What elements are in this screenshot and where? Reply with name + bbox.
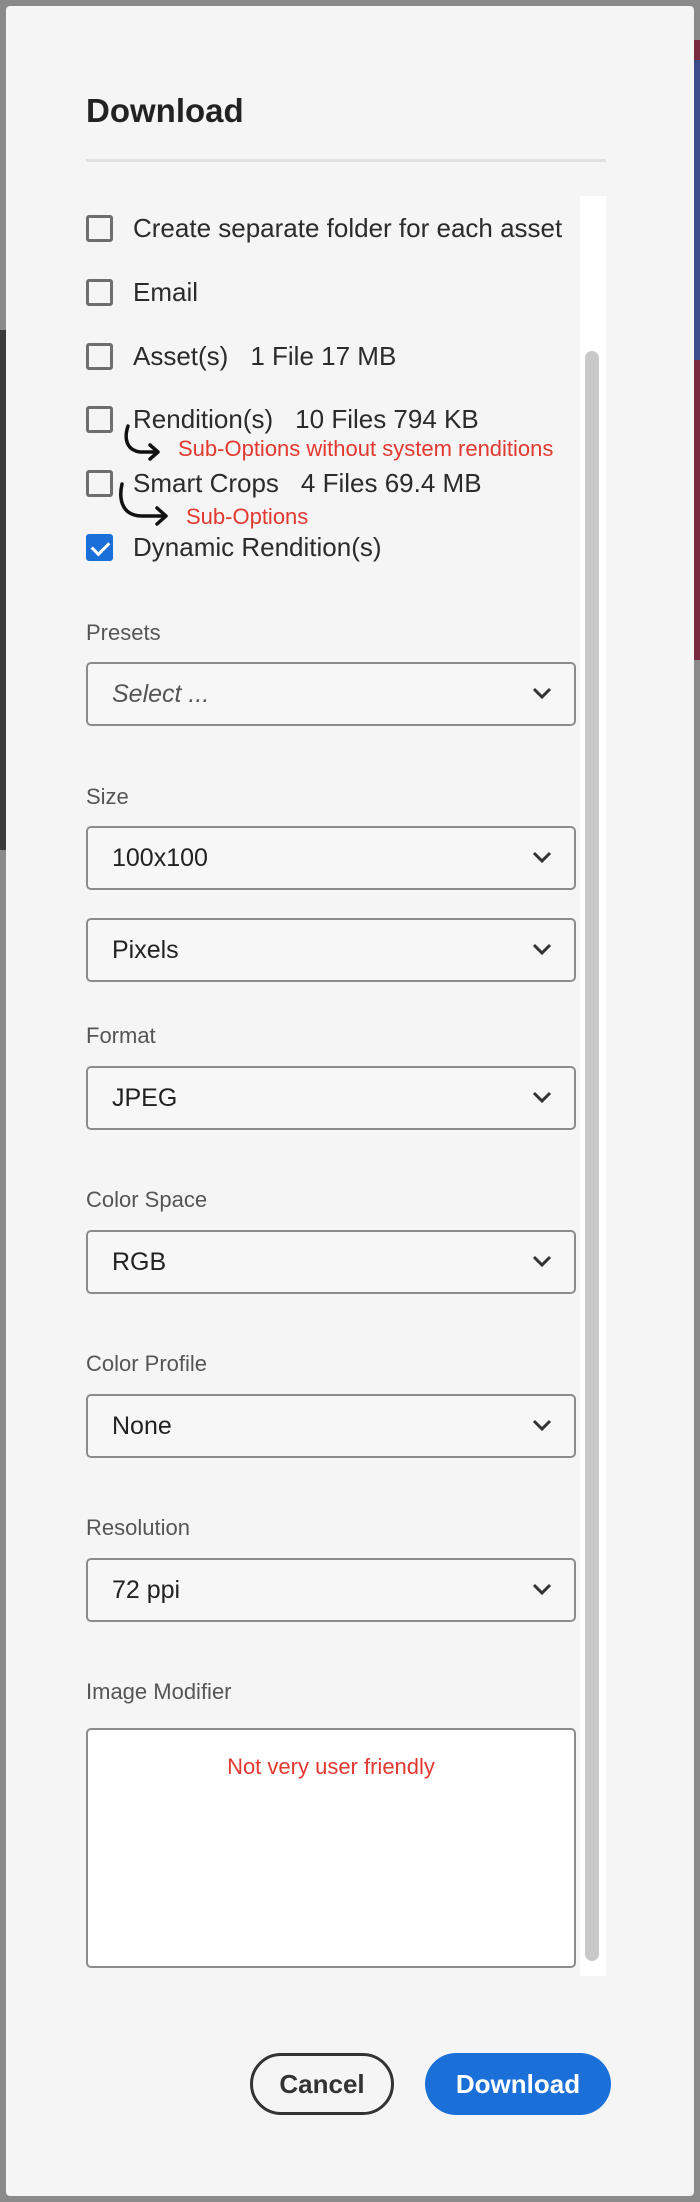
format-label: Format — [86, 1023, 156, 1048]
chevron-down-icon — [532, 1583, 552, 1596]
image-modifier-textarea[interactable]: Not very user friendly — [86, 1728, 576, 1968]
checkbox[interactable] — [86, 405, 113, 433]
option-file-info: 1 File 17 MB — [250, 340, 397, 371]
checkbox[interactable] — [86, 214, 113, 242]
annotation-image-modifier: Not very user friendly — [227, 1754, 435, 1779]
format-select[interactable]: JPEG — [86, 1066, 576, 1130]
color-space-value: RGB — [112, 1247, 167, 1276]
format-value: JPEG — [112, 1083, 178, 1112]
annotation-arrow-icon — [124, 424, 160, 461]
option-file-info: 4 Files 69.4 MB — [300, 467, 482, 498]
size-value: 100x100 — [112, 843, 208, 872]
chevron-down-icon — [532, 687, 552, 700]
resolution-select[interactable]: 72 ppi — [86, 1558, 576, 1622]
color-profile-label: Color Profile — [86, 1351, 208, 1376]
dialog-title: Download — [86, 92, 244, 129]
option-label: Asset(s) — [133, 340, 229, 371]
option-label: Email — [133, 276, 199, 307]
annotation-arrow-icon — [119, 482, 168, 526]
color-space-label: Color Space — [86, 1187, 208, 1212]
option-dynamic-renditions[interactable]: Dynamic Rendition(s) — [86, 527, 382, 567]
chevron-down-icon — [532, 1255, 552, 1268]
image-modifier-label: Image Modifier — [86, 1679, 232, 1704]
presets-label: Presets — [86, 620, 161, 645]
annotation-renditions: Sub-Options without system renditions — [178, 436, 554, 461]
units-value: Pixels — [112, 935, 179, 964]
color-profile-value: None — [112, 1411, 172, 1440]
checkbox[interactable] — [86, 469, 113, 497]
chevron-down-icon — [532, 851, 552, 864]
size-label: Size — [86, 784, 129, 809]
chevron-down-icon — [532, 1419, 552, 1432]
scrollbar-thumb[interactable] — [585, 351, 599, 1961]
chevron-down-icon — [532, 943, 552, 956]
size-select[interactable]: 100x100 — [86, 826, 576, 890]
chevron-down-icon — [532, 1091, 552, 1104]
option-label: Dynamic Rendition(s) — [133, 531, 382, 562]
color-space-select[interactable]: RGB — [86, 1230, 576, 1294]
option-assets[interactable]: Asset(s) 1 File 17 MB — [86, 336, 396, 376]
option-email[interactable]: Email — [86, 272, 198, 312]
checkbox-checked[interactable] — [86, 533, 113, 561]
cancel-button[interactable]: Cancel — [250, 2053, 394, 2115]
checkbox[interactable] — [86, 342, 113, 370]
presets-value: Select ... — [112, 679, 210, 708]
checkbox[interactable] — [86, 278, 113, 306]
title-divider — [86, 159, 606, 162]
option-file-info: 10 Files 794 KB — [295, 403, 479, 434]
color-profile-select[interactable]: None — [86, 1394, 576, 1458]
download-button[interactable]: Download — [425, 2053, 611, 2115]
units-select[interactable]: Pixels — [86, 918, 576, 982]
resolution-value: 72 ppi — [112, 1575, 181, 1604]
presets-select[interactable]: Select ... — [86, 662, 576, 726]
option-label: Create separate folder for each asset — [133, 212, 563, 243]
option-separate-folder[interactable]: Create separate folder for each asset — [86, 208, 562, 248]
resolution-label: Resolution — [86, 1515, 190, 1540]
download-dialog: Download Create separate folder for each… — [6, 6, 694, 2196]
